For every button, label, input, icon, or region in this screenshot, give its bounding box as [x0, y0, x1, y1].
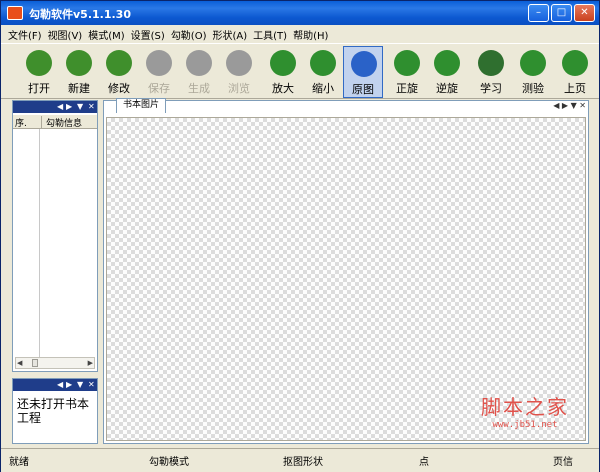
edit-refresh-icon [106, 50, 132, 76]
info-panel-header: ◀ ▶ ▼ ✕ [13, 101, 97, 113]
status-ready: 就绪 [9, 457, 29, 468]
zoom-in-button[interactable]: 放大 [263, 46, 303, 98]
window-title: 勾勒软件v5.1.1.30 [29, 8, 131, 21]
app-icon [7, 6, 23, 20]
menu-help[interactable]: 帮助(H) [290, 27, 331, 42]
menu-bar: 文件(F) 视图(V) 模式(M) 设置(S) 勾勒(O) 形状(A) 工具(T… [1, 25, 599, 43]
preview-button[interactable]: 浏览 [219, 46, 259, 98]
prev-page-button[interactable]: 上页 [555, 46, 595, 98]
status-point: 点 [419, 457, 429, 468]
original-size-button[interactable]: 原图 [343, 46, 383, 98]
open-folder-icon [26, 50, 52, 76]
save-disk-icon [146, 50, 172, 76]
panel-prev-icon[interactable]: ◀ [57, 101, 63, 113]
study-button[interactable]: 学习 [471, 46, 511, 98]
edit-button[interactable]: 修改 [99, 46, 139, 98]
project-close-icon[interactable]: ✕ [88, 379, 95, 391]
save-button[interactable]: 保存 [139, 46, 179, 98]
watermark-title: 脚本之家 [481, 395, 569, 419]
menu-view[interactable]: 视图(V) [45, 27, 86, 42]
rotate-right-button[interactable]: 正旋 [387, 46, 427, 98]
project-panel: ◀ ▶ ▼ ✕ 还未打开书本工程 [12, 378, 98, 444]
image-canvas[interactable]: 脚本之家 www.jb51.net [106, 117, 586, 441]
minimize-button[interactable]: – [528, 4, 549, 22]
zoom-out-button[interactable]: 缩小 [303, 46, 343, 98]
close-button[interactable]: ✕ [574, 4, 595, 22]
rotate-left-icon [434, 50, 460, 76]
study-icon [478, 50, 504, 76]
generate-button[interactable]: 生成 [179, 46, 219, 98]
menu-mode[interactable]: 模式(M) [85, 27, 127, 42]
status-bar: 就绪 勾勒模式 抠图形状 点 页信 [1, 448, 599, 472]
preview-icon [226, 50, 252, 76]
project-menu-icon[interactable]: ▼ [77, 379, 83, 391]
rotate-right-icon [394, 50, 420, 76]
watermark: 脚本之家 www.jb51.net [481, 391, 569, 430]
info-panel: ◀ ▶ ▼ ✕ 序. 勾勒信息 ◀ ▶ [12, 100, 98, 372]
tab-book-image[interactable]: 书本图片 [116, 98, 167, 113]
new-button[interactable]: 新建 [59, 46, 99, 98]
new-doc-icon [66, 50, 92, 76]
project-status-text: 还未打开书本工程 [17, 397, 90, 425]
project-prev-icon[interactable]: ◀ [57, 379, 63, 391]
column-info[interactable]: 勾勒信息 [41, 116, 97, 129]
play-icon [186, 50, 212, 76]
panel-next-icon[interactable]: ▶ [66, 101, 72, 113]
open-button[interactable]: 打开 [19, 46, 59, 98]
menu-outline[interactable]: 勾勒(O) [168, 27, 210, 42]
menu-tools[interactable]: 工具(T) [250, 27, 290, 42]
status-shape: 抠图形状 [283, 457, 323, 468]
zoom-in-icon [270, 50, 296, 76]
zoom-out-icon [310, 50, 336, 76]
panel-menu-icon[interactable]: ▼ [77, 101, 83, 113]
column-index[interactable]: 序. [15, 116, 37, 129]
horizontal-scrollbar[interactable]: ◀ ▶ [15, 357, 95, 369]
menu-settings[interactable]: 设置(S) [128, 27, 168, 42]
document-controls[interactable]: ◀ ▶ ▼ ✕ [553, 101, 586, 110]
users-icon [520, 50, 546, 76]
rotate-left-button[interactable]: 逆旋 [427, 46, 467, 98]
status-mode: 勾勒模式 [149, 457, 189, 468]
status-page: 页信 [553, 457, 573, 468]
scroll-left-icon[interactable]: ◀ [17, 358, 22, 368]
scroll-thumb[interactable] [32, 359, 38, 367]
maximize-button[interactable]: □ [551, 4, 572, 22]
panel-close-icon[interactable]: ✕ [88, 101, 95, 113]
arrow-left-icon [562, 50, 588, 76]
project-next-icon[interactable]: ▶ [66, 379, 72, 391]
scroll-right-icon[interactable]: ▶ [88, 358, 93, 368]
watermark-url: www.jb51.net [492, 420, 558, 430]
menu-shape[interactable]: 形状(A) [210, 27, 251, 42]
title-bar[interactable]: 勾勒软件v5.1.1.30 – □ ✕ [1, 1, 599, 25]
quiz-button[interactable]: 测验 [513, 46, 553, 98]
toolbar: 打开 新建 修改 保存 生成 浏览 放大 缩小 原图 正旋 逆旋 学习 测验 上… [1, 43, 599, 99]
project-panel-header: ◀ ▶ ▼ ✕ [13, 379, 97, 391]
menu-file[interactable]: 文件(F) [5, 27, 45, 42]
app-window: 勾勒软件v5.1.1.30 – □ ✕ 文件(F) 视图(V) 模式(M) 设置… [0, 0, 600, 472]
magnifier-icon [351, 51, 377, 77]
column-divider [39, 129, 40, 357]
document-area: 书本图片 ◀ ▶ ▼ ✕ 脚本之家 www.jb51.net [103, 98, 589, 444]
info-table-header: 序. 勾勒信息 [13, 115, 97, 129]
